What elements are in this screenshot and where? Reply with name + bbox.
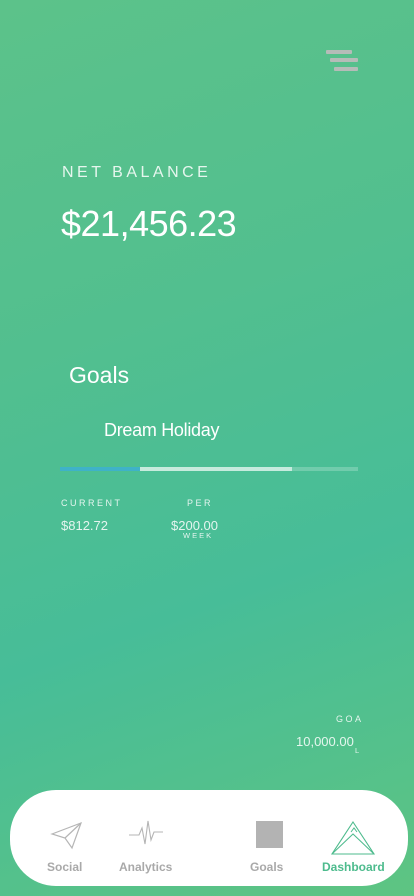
current-label: CURRENT xyxy=(61,498,123,508)
goal-label-tail: L xyxy=(355,746,362,755)
goals-section-title: Goals xyxy=(69,362,130,388)
nav-label-social: Social xyxy=(47,860,83,874)
goal-progress-current xyxy=(60,467,141,471)
menu-icon-line xyxy=(330,58,358,62)
current-value: $812.72 xyxy=(61,518,108,533)
net-balance-value: $21,456.23 xyxy=(61,203,237,244)
per-unit: WEEK xyxy=(183,531,214,540)
goal-name[interactable]: Dream Holiday xyxy=(104,420,219,441)
bottom-nav: Social Analytics Goals Dashboard xyxy=(10,790,408,886)
dashboard-icon xyxy=(330,820,376,855)
nav-label-dashboard: Dashboard xyxy=(322,860,385,874)
nav-item-goals[interactable]: Goals xyxy=(242,790,302,886)
nav-item-dashboard[interactable]: Dashboard xyxy=(316,790,402,886)
nav-label-analytics: Analytics xyxy=(119,860,173,874)
square-icon xyxy=(256,821,283,848)
menu-icon xyxy=(326,50,352,54)
nav-item-social[interactable]: Social xyxy=(40,790,110,886)
menu-button[interactable] xyxy=(326,50,360,76)
pulse-icon xyxy=(129,820,163,845)
nav-label-goals: Goals xyxy=(250,860,284,874)
goal-progress-bar xyxy=(60,467,358,471)
goal-label: GOA xyxy=(336,714,364,724)
menu-icon-line xyxy=(334,67,358,71)
goal-value: 10,000.00 xyxy=(296,734,354,749)
per-label: PER xyxy=(187,498,214,508)
goal-progress-projected xyxy=(140,467,293,471)
nav-item-analytics[interactable]: Analytics xyxy=(114,790,194,886)
paper-plane-icon xyxy=(50,821,83,850)
net-balance-label: NET BALANCE xyxy=(62,164,212,181)
